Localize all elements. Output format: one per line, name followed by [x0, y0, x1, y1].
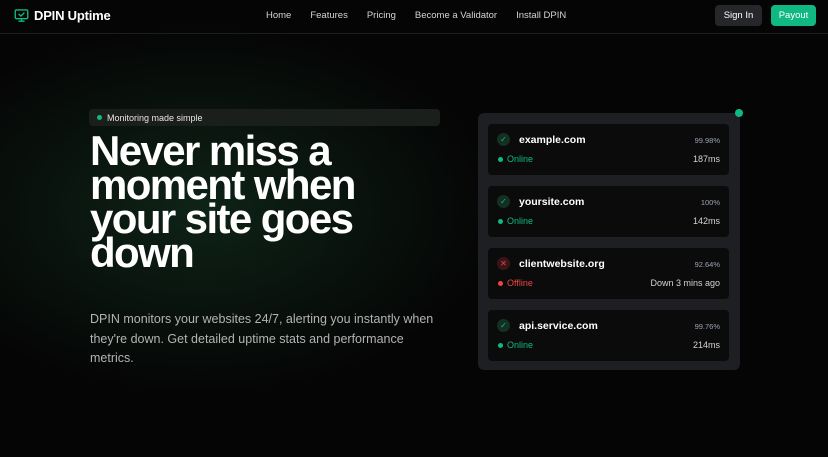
- nav-link-features[interactable]: Features: [310, 10, 348, 21]
- hero-subtext: DPIN monitors your websites 24/7, alerti…: [90, 312, 434, 365]
- monitor-site-name: yoursite.com: [519, 196, 585, 208]
- check-icon: ✓: [497, 319, 510, 332]
- monitor-card[interactable]: ✓ yoursite.com 100% Online 142ms: [488, 186, 729, 237]
- monitor-status: Online: [507, 340, 534, 350]
- monitor-card[interactable]: ✕ clientwebsite.org 92.64% Offline Down …: [488, 248, 729, 299]
- landing-page: DPIN Uptime Home Features Pricing Become…: [0, 0, 828, 457]
- brand-logo[interactable]: DPIN Uptime: [14, 8, 111, 23]
- monitor-uptime-percent: 100%: [700, 198, 720, 207]
- monitor-site-name: example.com: [519, 134, 586, 146]
- monitor-uptime-percent: 92.64%: [694, 260, 720, 269]
- monitor-check-icon: [14, 9, 29, 22]
- nav-link-pricing[interactable]: Pricing: [367, 10, 396, 21]
- brand-name: DPIN Uptime: [34, 8, 111, 23]
- monitor-site-name: api.service.com: [519, 320, 598, 332]
- x-icon: ✕: [497, 257, 510, 270]
- nav-link-home[interactable]: Home: [266, 10, 291, 21]
- top-navbar: DPIN Uptime Home Features Pricing Become…: [0, 0, 828, 34]
- hero-headline: Never miss a moment when your site goes …: [90, 127, 356, 276]
- check-icon: ✓: [497, 195, 510, 208]
- check-icon: ✓: [497, 133, 510, 146]
- monitor-status: Offline: [507, 278, 533, 288]
- status-dot: [498, 281, 503, 286]
- monitor-uptime-percent: 99.98%: [694, 136, 720, 145]
- live-indicator-dot: [735, 109, 743, 117]
- status-dot: [498, 219, 503, 224]
- hero-badge: Monitoring made simple: [89, 109, 440, 126]
- status-dot: [498, 343, 503, 348]
- monitor-site-name: clientwebsite.org: [519, 258, 605, 270]
- status-dot: [498, 157, 503, 162]
- badge-text: Monitoring made simple: [107, 112, 203, 123]
- monitor-downtime: Down 3 mins ago: [650, 278, 720, 288]
- monitor-response-time: 214ms: [692, 340, 720, 350]
- monitor-uptime-percent: 99.76%: [694, 322, 720, 331]
- monitor-response-time: 142ms: [692, 216, 720, 226]
- payout-button[interactable]: Payout: [771, 5, 816, 26]
- monitor-card[interactable]: ✓ example.com 99.98% Online 187ms: [488, 124, 729, 175]
- badge-status-dot: [97, 115, 102, 120]
- nav-link-become-validator[interactable]: Become a Validator: [415, 10, 497, 21]
- monitor-response-time: 187ms: [692, 154, 720, 164]
- monitor-card[interactable]: ✓ api.service.com 99.76% Online 214ms: [488, 310, 729, 361]
- nav-link-install-dpin[interactable]: Install DPIN: [516, 10, 566, 21]
- monitor-status: Online: [507, 154, 534, 164]
- sign-in-button[interactable]: Sign In: [715, 5, 762, 26]
- nav-links: Home Features Pricing Become a Validator…: [266, 10, 585, 21]
- monitor-status: Online: [507, 216, 534, 226]
